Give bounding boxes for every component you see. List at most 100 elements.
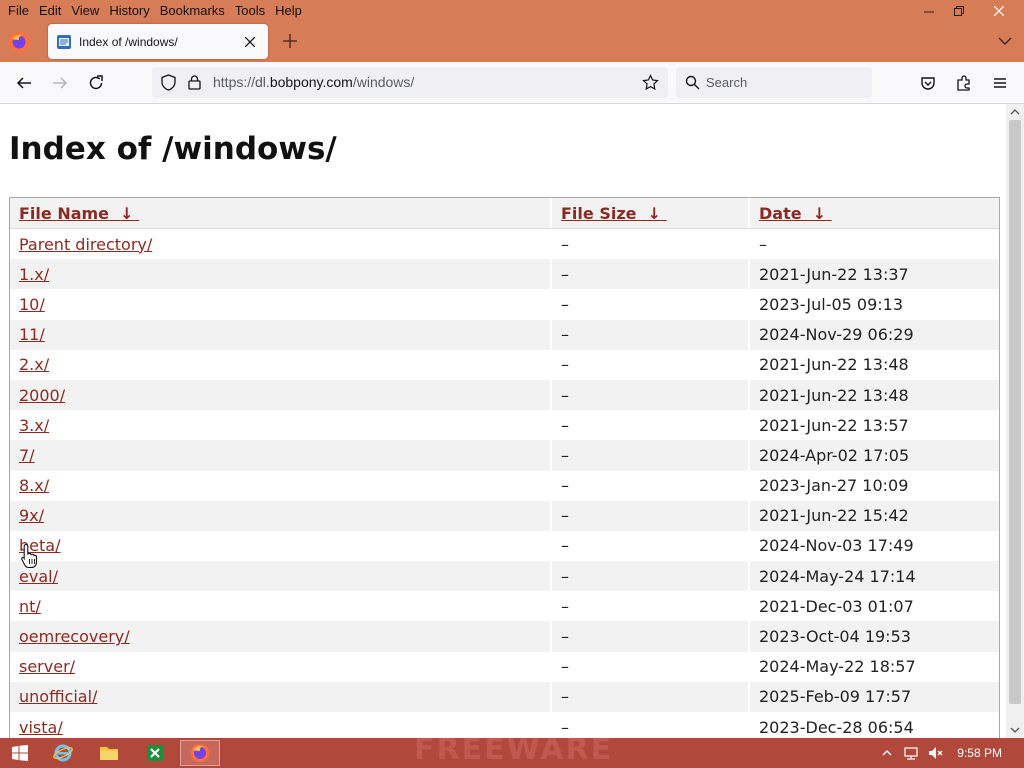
file-name-cell: beta/: [10, 530, 552, 562]
file-name-cell: 2000/: [10, 379, 552, 411]
lock-icon[interactable]: [187, 74, 202, 91]
directory-link[interactable]: 9x/: [19, 506, 44, 525]
file-size-cell: –: [552, 289, 750, 320]
directory-link[interactable]: nt/: [19, 597, 41, 616]
vertical-scrollbar[interactable]: [1006, 104, 1024, 738]
taskbar-file-explorer[interactable]: [89, 740, 129, 766]
directory-link[interactable]: unofficial/: [19, 687, 97, 706]
directory-link[interactable]: 2000/: [19, 386, 65, 405]
directory-link[interactable]: 3.x/: [19, 416, 49, 435]
menu-edit[interactable]: Edit: [34, 0, 66, 21]
file-size-cell: –: [552, 500, 750, 531]
menu-history[interactable]: History: [104, 0, 154, 21]
network-icon[interactable]: [903, 745, 919, 761]
scroll-up-arrow-icon[interactable]: [1010, 107, 1020, 117]
firefox-menu-icon[interactable]: [8, 31, 30, 53]
file-size-cell: –: [552, 470, 750, 501]
file-name-cell: 2.x/: [10, 349, 552, 380]
menu-tools[interactable]: Tools: [230, 0, 270, 21]
start-button[interactable]: [0, 740, 40, 766]
restore-icon: [954, 5, 964, 16]
taskbar-clock[interactable]: 9:58 PM: [957, 746, 1002, 760]
address-bar[interactable]: https://dl.bobpony.com/windows/: [152, 67, 668, 98]
date-cell: 2021-Jun-22 15:42: [759, 506, 909, 526]
tab-index-windows[interactable]: Index of /windows/: [48, 24, 268, 59]
directory-link[interactable]: oemrecovery/: [19, 627, 130, 646]
sort-by-size-link[interactable]: File Size ↓: [561, 204, 667, 223]
search-box[interactable]: Search: [676, 67, 872, 98]
shield-icon[interactable]: [160, 74, 177, 91]
directory-link[interactable]: Parent directory/: [19, 235, 152, 254]
file-name-cell: 3.x/: [10, 410, 552, 441]
header-size-label: File Size: [561, 203, 637, 223]
extensions-icon[interactable]: [955, 74, 973, 92]
taskbar-spreadsheet[interactable]: [135, 740, 175, 766]
new-tab-icon[interactable]: [281, 32, 299, 50]
sort-by-date-link[interactable]: Date ↓: [759, 204, 832, 223]
file-size-cell: –: [552, 681, 750, 712]
table-row: 7/ –2024-Apr-02 17:05: [10, 440, 999, 471]
close-icon: [994, 5, 1004, 16]
forward-arrow-icon[interactable]: [51, 74, 69, 92]
watermark-text: FREEWARE: [414, 738, 614, 767]
pocket-icon[interactable]: [919, 74, 937, 92]
date-cell: 2023-Dec-28 06:54: [759, 717, 914, 737]
table-row: beta/–2024-Nov-03 17:49: [10, 530, 999, 562]
directory-link[interactable]: 7/: [19, 446, 35, 465]
menu-view[interactable]: View: [66, 0, 104, 21]
table-row: Parent directory/ – –: [10, 229, 999, 260]
file-size-cell: –: [552, 651, 750, 682]
sort-by-name-link[interactable]: File Name ↓: [19, 204, 139, 223]
directory-link[interactable]: server/: [19, 657, 75, 676]
reload-icon[interactable]: [87, 74, 105, 92]
close-tab-button[interactable]: [242, 34, 258, 50]
page-content: Index of /windows/ File Name ↓ File Size…: [0, 104, 1006, 738]
hand-cursor-icon: [21, 543, 38, 569]
directory-link[interactable]: 10/: [19, 295, 45, 314]
file-size-cell: –: [552, 621, 750, 652]
directory-link[interactable]: 2.x/: [19, 355, 49, 374]
menu: File Edit View History Bookmarks Tools H…: [0, 0, 307, 21]
taskbar: FREEWARE 9:58 PM: [0, 738, 1024, 768]
table-row: 9x/ –2021-Jun-22 15:42: [10, 500, 999, 531]
sort-arrow-icon: ↓: [647, 203, 662, 223]
taskbar-firefox[interactable]: [180, 740, 220, 766]
back-arrow-icon[interactable]: [15, 74, 33, 92]
chevron-down-icon[interactable]: [998, 34, 1012, 48]
restore-button[interactable]: [944, 0, 974, 21]
minimize-button[interactable]: [914, 0, 944, 21]
scrollbar-thumb[interactable]: [1009, 120, 1021, 704]
file-listing-table: File Name ↓ File Size ↓ Date ↓ Parent di…: [9, 197, 1000, 738]
page-title: Index of /windows/: [9, 131, 337, 167]
directory-link[interactable]: eval/: [19, 567, 58, 586]
directory-link[interactable]: 11/: [19, 325, 45, 344]
system-tray: 9:58 PM: [875, 738, 1024, 768]
volume-muted-icon[interactable]: [927, 745, 943, 761]
table-body: Parent directory/– –1.x/–2021-Jun-22 13:3…: [10, 229, 999, 738]
page-favicon-icon: [57, 34, 71, 49]
taskbar-internet-explorer[interactable]: [43, 740, 83, 766]
sort-arrow-icon: ↓: [120, 203, 134, 223]
scroll-down-arrow-icon[interactable]: [1010, 725, 1020, 735]
hamburger-menu-icon[interactable]: [991, 74, 1009, 92]
menu-bookmarks[interactable]: Bookmarks: [155, 0, 230, 21]
file-name-cell: 10/: [10, 289, 552, 320]
file-name-cell: Parent directory/: [10, 229, 552, 260]
file-name-cell: 9x/: [10, 500, 552, 531]
close-window-button[interactable]: [974, 0, 1024, 21]
file-size-cell: –: [552, 530, 750, 562]
chevron-up-icon[interactable]: [879, 745, 895, 761]
directory-link[interactable]: 8.x/: [19, 476, 49, 495]
url-text[interactable]: https://dl.bobpony.com/windows/: [213, 74, 414, 90]
menu-file[interactable]: File: [3, 0, 34, 21]
search-placeholder: Search: [706, 75, 748, 90]
directory-link[interactable]: 1.x/: [19, 265, 49, 284]
table-row: 10/ –2023-Jul-05 09:13: [10, 289, 999, 320]
table-row: unofficial/ –2025-Feb-09 17:57: [10, 681, 999, 712]
menu-help[interactable]: Help: [270, 0, 307, 21]
directory-link[interactable]: vista/: [19, 718, 63, 737]
table-row: vista/ –2023-Dec-28 06:54: [10, 712, 999, 738]
bookmark-star-icon[interactable]: [642, 74, 659, 91]
date-cell: 2024-Nov-29 06:29: [759, 325, 914, 345]
date-cell: 2024-Apr-02 17:05: [759, 445, 910, 465]
